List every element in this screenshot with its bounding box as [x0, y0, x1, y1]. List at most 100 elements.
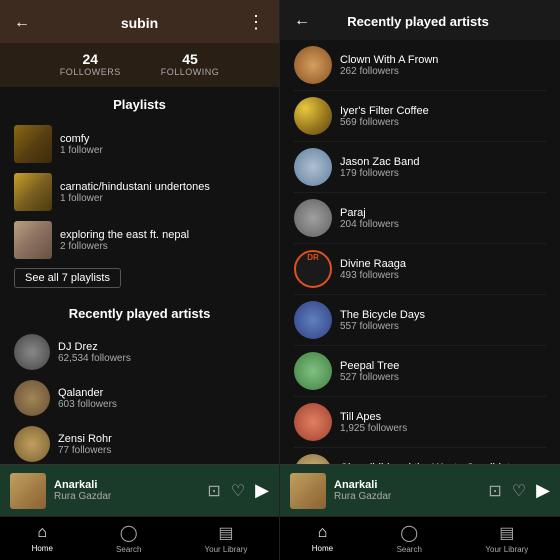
right-content: Clown With A Frown 262 followers Iyer's … — [280, 40, 560, 464]
artist-followers: 569 followers — [340, 117, 546, 128]
following-label: FOLLOWING — [161, 67, 220, 77]
artist-info: Clown With A Frown 262 followers — [340, 54, 546, 77]
right-bottom-nav: ⌂ Home ◯ Search ▤ Your Library — [280, 516, 560, 560]
artist-name: Clown With A Frown — [340, 54, 546, 66]
heart-icon[interactable]: ♡ — [512, 481, 526, 501]
playlist-name: exploring the east ft. nepal — [60, 229, 265, 241]
library-label: Your Library — [205, 545, 248, 554]
artist-name: Paraj — [340, 207, 546, 219]
list-item[interactable]: exploring the east ft. nepal 2 followers — [14, 216, 265, 264]
artist-avatar — [294, 199, 332, 237]
artist-avatar — [14, 426, 50, 462]
play-button[interactable]: ▶ — [255, 480, 269, 501]
artist-avatar — [294, 403, 332, 441]
artist-followers: 493 followers — [340, 270, 546, 281]
right-now-playing-bar: Anarkali Rura Gazdar ⊡ ♡ ▶ — [280, 464, 560, 516]
now-playing-artist: Rura Gazdar — [334, 491, 480, 502]
playlists-section-title: Playlists — [14, 97, 265, 112]
library-icon: ▤ — [499, 523, 514, 543]
nav-home[interactable]: ⌂ Home — [32, 524, 53, 553]
list-item[interactable]: DR Divine Raaga 493 followers — [294, 244, 546, 295]
artist-followers: 62,534 followers — [58, 353, 265, 364]
playlist-thumbnail — [14, 173, 52, 211]
search-icon: ◯ — [120, 523, 138, 543]
artist-name: Qalander — [58, 387, 265, 399]
artist-followers: 603 followers — [58, 399, 265, 410]
nav-library[interactable]: ▤ Your Library — [205, 523, 248, 554]
artist-followers: 557 followers — [340, 321, 546, 332]
artist-name: Zensi Rohr — [58, 433, 265, 445]
artist-info: Iyer's Filter Coffee 569 followers — [340, 105, 546, 128]
stats-row: 24 FOLLOWERS 45 FOLLOWING — [0, 43, 279, 87]
artist-avatar — [294, 46, 332, 84]
playlist-name: comfy — [60, 133, 265, 145]
artist-followers: 262 followers — [340, 66, 546, 77]
nav-search[interactable]: ◯ Search — [397, 523, 422, 554]
followers-stat[interactable]: 24 FOLLOWERS — [60, 51, 121, 77]
playlist-thumbnail — [14, 125, 52, 163]
playlist-info: carnatic/hindustani undertones 1 followe… — [60, 181, 265, 204]
bottom-nav: ⌂ Home ◯ Search ▤ Your Library — [0, 516, 279, 560]
now-playing-thumbnail — [290, 473, 326, 509]
list-item[interactable]: The Bicycle Days 557 followers — [294, 295, 546, 346]
right-header-title: Recently played artists — [347, 14, 489, 29]
artist-name: Peepal Tree — [340, 360, 546, 372]
nav-search[interactable]: ◯ Search — [116, 523, 141, 554]
list-item[interactable]: comfy 1 follower — [14, 120, 265, 168]
list-item[interactable]: Zensi Rohr 77 followers — [14, 421, 265, 464]
artist-info: Divine Raaga 493 followers — [340, 258, 546, 281]
now-playing-title: Anarkali — [54, 479, 199, 491]
artist-name: DJ Drez — [58, 341, 265, 353]
cast-icon[interactable]: ⊡ — [488, 481, 501, 501]
right-header: ← Recently played artists — [280, 0, 560, 40]
see-all-playlists-link[interactable]: See all 7 playlists — [14, 268, 121, 288]
search-icon: ◯ — [400, 523, 418, 543]
artist-followers: 1,925 followers — [340, 423, 546, 434]
left-header: ← subin ⋮ — [0, 0, 279, 43]
list-item[interactable]: DJ Drez 62,534 followers — [14, 329, 265, 375]
list-item[interactable]: Jason Zac Band 179 followers — [294, 142, 546, 193]
artist-info: DJ Drez 62,534 followers — [58, 341, 265, 364]
right-back-button[interactable]: ← — [294, 12, 310, 30]
list-item[interactable]: Clown With A Frown 262 followers — [294, 40, 546, 91]
list-item[interactable]: Chandbibi and the Waste Candidates 266 f… — [294, 448, 546, 464]
artist-followers: 527 followers — [340, 372, 546, 383]
list-item[interactable]: Iyer's Filter Coffee 569 followers — [294, 91, 546, 142]
play-button[interactable]: ▶ — [536, 480, 550, 501]
following-stat[interactable]: 45 FOLLOWING — [161, 51, 220, 77]
home-icon: ⌂ — [318, 524, 328, 542]
nav-home[interactable]: ⌂ Home — [312, 524, 333, 553]
artist-avatar — [294, 352, 332, 390]
artist-info: Jason Zac Band 179 followers — [340, 156, 546, 179]
artist-info: Paraj 204 followers — [340, 207, 546, 230]
profile-title: subin — [121, 15, 158, 31]
playlist-followers: 1 follower — [60, 193, 265, 204]
list-item[interactable]: Paraj 204 followers — [294, 193, 546, 244]
list-item[interactable]: Peepal Tree 527 followers — [294, 346, 546, 397]
heart-icon[interactable]: ♡ — [231, 481, 245, 501]
artist-avatar — [294, 454, 332, 464]
artist-name: Iyer's Filter Coffee — [340, 105, 546, 117]
cast-icon[interactable]: ⊡ — [207, 481, 220, 501]
list-item[interactable]: Till Apes 1,925 followers — [294, 397, 546, 448]
artist-info: Zensi Rohr 77 followers — [58, 433, 265, 456]
left-content: Playlists comfy 1 follower carnatic/hind… — [0, 87, 279, 464]
nav-library[interactable]: ▤ Your Library — [485, 523, 528, 554]
artist-avatar — [294, 148, 332, 186]
artist-avatar — [14, 334, 50, 370]
home-label: Home — [312, 544, 333, 553]
home-icon: ⌂ — [37, 524, 47, 542]
artist-info: The Bicycle Days 557 followers — [340, 309, 546, 332]
library-label: Your Library — [485, 545, 528, 554]
artist-name: The Bicycle Days — [340, 309, 546, 321]
artist-followers: 179 followers — [340, 168, 546, 179]
list-item[interactable]: Qalander 603 followers — [14, 375, 265, 421]
artist-avatar — [294, 301, 332, 339]
back-button[interactable]: ← — [14, 14, 30, 32]
followers-label: FOLLOWERS — [60, 67, 121, 77]
artist-followers: 204 followers — [340, 219, 546, 230]
list-item[interactable]: carnatic/hindustani undertones 1 followe… — [14, 168, 265, 216]
divine-logo-text: DR — [296, 252, 330, 264]
home-label: Home — [32, 544, 53, 553]
more-button[interactable]: ⋮ — [247, 12, 265, 33]
